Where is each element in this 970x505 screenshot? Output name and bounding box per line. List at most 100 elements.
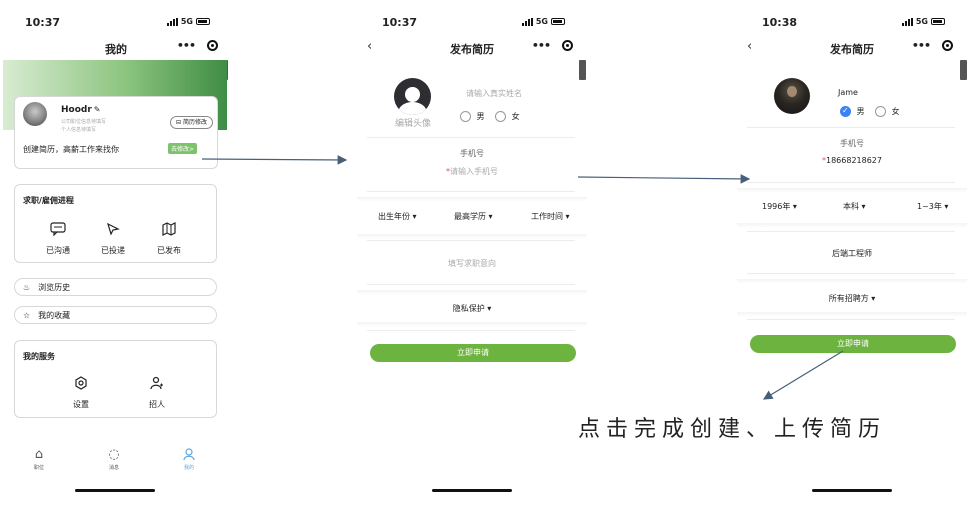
progress-item-delivered[interactable]: 已投递 xyxy=(93,222,133,256)
edit-icon[interactable]: ✎ xyxy=(94,105,101,114)
services-title: 我的服务 xyxy=(23,352,55,361)
divider xyxy=(367,240,575,241)
map-icon xyxy=(149,222,189,238)
radio-female[interactable] xyxy=(495,111,507,122)
status-time: 10:37 xyxy=(382,16,418,29)
more-icon[interactable]: ••• xyxy=(912,39,931,52)
radio-female-label: 女 xyxy=(511,112,520,121)
favorites-label: 我的收藏 xyxy=(38,310,71,320)
radio-female[interactable] xyxy=(875,106,887,117)
birth-year-select[interactable]: 出生年份 ▾ xyxy=(378,211,417,222)
close-mini-program-icon[interactable] xyxy=(942,40,953,51)
goto-edit-button[interactable]: 去修改> xyxy=(167,143,197,154)
section-shadow xyxy=(737,223,967,228)
privacy-select[interactable]: 所有招聘方 ▾ xyxy=(737,293,967,304)
home-indicator xyxy=(75,489,155,492)
phone-input[interactable]: *请输入手机号 xyxy=(357,166,587,177)
avatar[interactable] xyxy=(774,78,810,114)
progress-panel: 求职/雇佣进程 已沟通 已投递 已发布 xyxy=(14,184,217,263)
work-time-select[interactable]: 工作时间 ▾ xyxy=(531,211,570,222)
progress-item-contacted[interactable]: 已沟通 xyxy=(38,222,78,256)
signal-icon xyxy=(521,17,533,26)
education-label: 最高学历 xyxy=(454,212,486,221)
status-bar: 10:37 5G xyxy=(357,12,587,32)
scrollbar[interactable] xyxy=(579,60,586,80)
progress-item-published[interactable]: 已发布 xyxy=(149,222,189,256)
radio-male[interactable] xyxy=(840,106,851,117)
resume-edit-button[interactable]: ⊟ 简历修改 xyxy=(169,116,213,129)
capsule-menu: ••• xyxy=(532,39,573,52)
more-icon[interactable]: ••• xyxy=(177,39,196,52)
more-icon[interactable]: ••• xyxy=(532,39,551,52)
service-recruit[interactable]: 招人 xyxy=(137,376,177,410)
radio-male[interactable] xyxy=(460,111,471,122)
divider xyxy=(367,284,575,285)
submit-button[interactable]: 立即申请 xyxy=(750,335,956,353)
name-field[interactable]: Jame xyxy=(838,88,858,97)
work-time-label: 1~3年 xyxy=(917,202,942,211)
submit-button[interactable]: 立即申请 xyxy=(370,344,576,362)
phone-input[interactable]: *18668218627 xyxy=(737,156,967,165)
edit-avatar-label[interactable]: 编辑头像 xyxy=(387,116,439,129)
avatar[interactable] xyxy=(23,102,47,126)
navbar: 我的 ••• xyxy=(0,38,232,58)
status-time: 10:37 xyxy=(25,16,61,29)
progress-label-delivered: 已投递 xyxy=(101,246,125,255)
tab-mine-label: 我的 xyxy=(183,465,194,471)
phone-label: 手机号 xyxy=(840,139,864,148)
battery-icon xyxy=(551,18,565,25)
divider xyxy=(747,319,955,320)
divider xyxy=(747,273,955,274)
close-mini-program-icon[interactable] xyxy=(207,40,218,51)
radio-female-label: 女 xyxy=(891,107,900,116)
tab-jobs[interactable]: ⌂ 职位 xyxy=(19,447,59,472)
progress-title: 求职/雇佣进程 xyxy=(23,196,74,205)
status-signal: 5G xyxy=(901,17,945,26)
home-indicator xyxy=(812,489,892,492)
work-time-select[interactable]: 1~3年 ▾ xyxy=(917,201,948,212)
service-settings[interactable]: 设置 xyxy=(61,376,101,410)
browse-history-label: 浏览历史 xyxy=(38,282,71,292)
profile-card[interactable]: Hoodr ✎ 公司职位信息待填写 个人信息待填写 ⊟ 简历修改 创建简历，高薪工作… xyxy=(14,96,218,169)
network-label: 5G xyxy=(535,17,548,26)
privacy-select[interactable]: 隐私保护 ▾ xyxy=(357,303,587,314)
create-resume-tip: 创建简历，高薪工作来找你 xyxy=(23,145,119,154)
section-shadow xyxy=(357,322,587,327)
personal-info: 个人信息待填写 xyxy=(61,127,97,133)
capsule-menu: ••• xyxy=(912,39,953,52)
favorites-row[interactable]: ☆ 我的收藏 xyxy=(14,306,217,324)
message-icon: ◌ xyxy=(108,447,120,462)
name-input[interactable]: 请输入真实姓名 xyxy=(459,88,529,99)
radio-male-label: 男 xyxy=(476,112,485,121)
progress-label-published: 已发布 xyxy=(157,246,181,255)
work-time-label: 工作时间 xyxy=(531,212,563,221)
job-intent-input[interactable]: 后端工程师 xyxy=(737,248,967,259)
section-shadow xyxy=(737,312,967,317)
profile-name: Hoodr ✎ xyxy=(61,105,100,115)
home-icon: ⌂ xyxy=(34,447,44,462)
company-info: 公司职位信息待填写 xyxy=(61,119,107,125)
progress-label-contacted: 已沟通 xyxy=(46,246,70,255)
browse-history-row[interactable]: ♨ 浏览历史 xyxy=(14,278,217,296)
star-icon: ☆ xyxy=(23,310,31,320)
tab-messages[interactable]: ◌ 消息 xyxy=(94,447,134,472)
job-intent-input[interactable]: 填写求职意向 xyxy=(357,258,587,269)
education-select[interactable]: 本科 ▾ xyxy=(843,201,866,212)
divider xyxy=(747,231,955,232)
tab-bar: ⌂ 职位 ◌ 消息 我的 xyxy=(0,448,232,474)
scrollbar[interactable] xyxy=(960,60,967,80)
status-time: 10:38 xyxy=(762,16,798,29)
briefcase-icon: ⊟ xyxy=(175,119,181,126)
status-signal: 5G xyxy=(521,17,565,26)
battery-icon xyxy=(931,18,945,25)
privacy-label: 隐私保护 xyxy=(452,304,485,313)
footprint-icon: ♨ xyxy=(23,282,31,292)
education-select[interactable]: 最高学历 ▾ xyxy=(454,211,493,222)
birth-year-select[interactable]: 1996年 ▾ xyxy=(762,201,797,212)
send-icon xyxy=(93,222,133,238)
status-bar: 10:38 5G xyxy=(737,12,967,32)
tab-mine[interactable]: 我的 xyxy=(169,448,209,471)
avatar-placeholder[interactable] xyxy=(394,78,431,115)
close-mini-program-icon[interactable] xyxy=(562,40,573,51)
status-bar: 10:37 5G xyxy=(0,12,232,32)
